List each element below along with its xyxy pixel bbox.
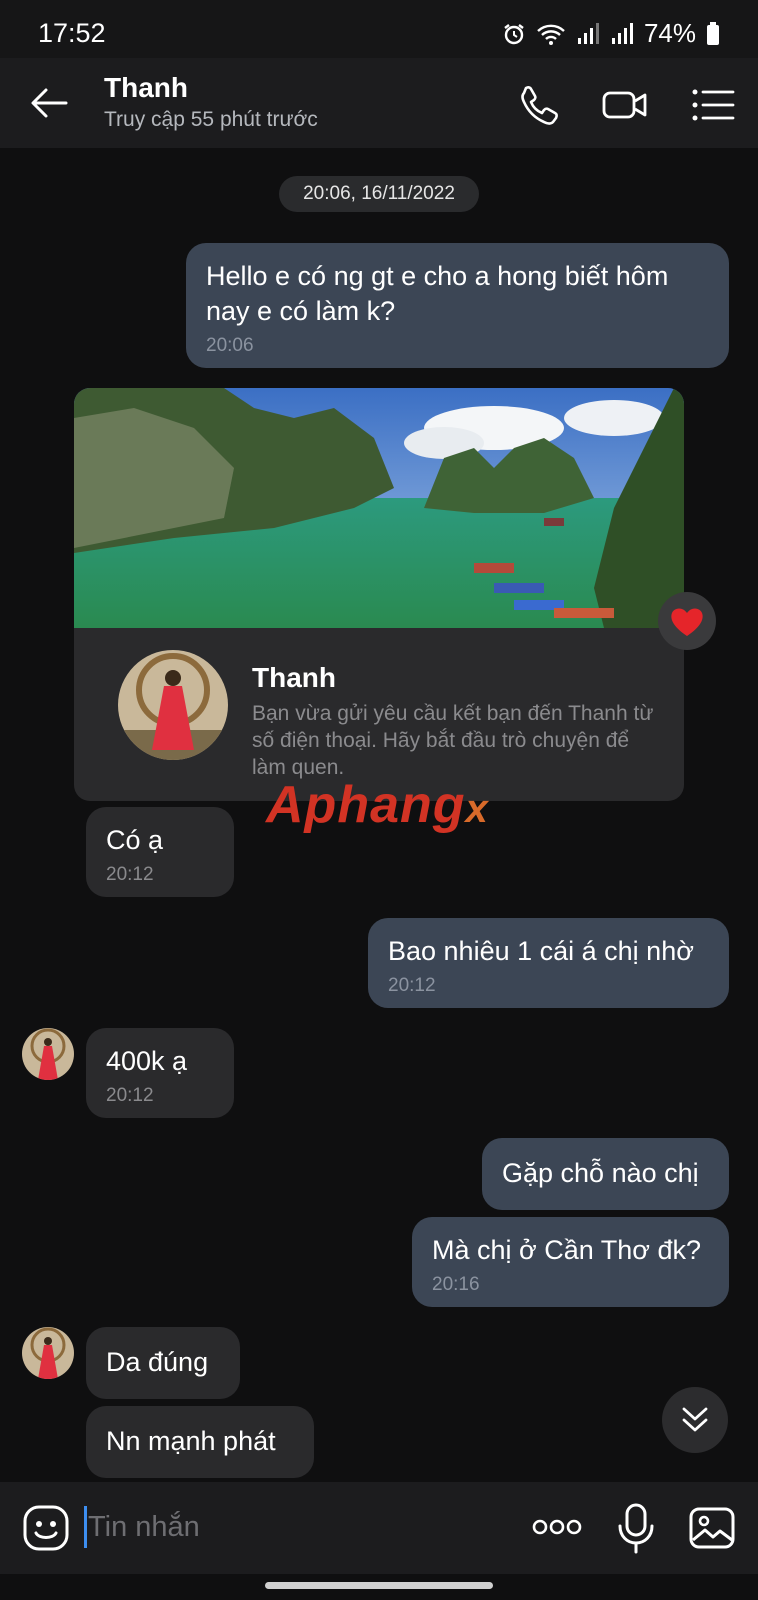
message-input[interactable] <box>88 1502 508 1552</box>
message-bubble-in[interactable]: Nn mạnh phát <box>86 1406 314 1478</box>
wifi-icon <box>537 24 565 45</box>
menu-list-icon[interactable] <box>690 82 736 128</box>
sender-avatar[interactable] <box>22 1327 74 1379</box>
message-time: 20:06 <box>206 335 254 356</box>
emoji-icon[interactable] <box>22 1504 70 1552</box>
back-arrow-icon[interactable] <box>28 82 70 124</box>
last-seen-status: Truy cập 55 phút trước <box>104 108 318 131</box>
message-text: Hello e có ng gt e cho a hong biết hôm n… <box>206 261 669 326</box>
scroll-to-bottom-button[interactable] <box>662 1387 728 1453</box>
battery-percent: 74% <box>643 18 696 48</box>
message-bubble-out[interactable]: Gặp chỗ nào chị <box>482 1138 729 1210</box>
message-time: 20:12 <box>106 864 154 885</box>
message-bubble-in[interactable]: Da đúng <box>86 1327 240 1399</box>
watermark-text: Aphang <box>266 776 466 834</box>
double-chevron-down-icon <box>682 1407 708 1432</box>
signal-icon <box>611 22 633 44</box>
status-bar: 17:52 74% <box>0 0 758 66</box>
message-bubble-out[interactable]: Mà chị ở Cần Thơ đk? 20:16 <box>412 1217 729 1307</box>
message-text: Bao nhiêu 1 cái á chị nhờ <box>388 936 694 966</box>
system-nav-bar <box>0 1574 758 1600</box>
message-text: Có ạ <box>106 825 164 855</box>
signal-icon <box>577 22 599 44</box>
card-contact-name: Thanh <box>252 662 336 693</box>
message-text: Da đúng <box>106 1347 209 1377</box>
message-input-bar <box>0 1482 758 1574</box>
date-separator: 20:06, 16/11/2022 <box>279 176 479 212</box>
message-bubble-in[interactable]: 400k ạ 20:12 <box>86 1028 234 1118</box>
message-text: Gặp chỗ nào chị <box>502 1158 699 1188</box>
message-text: Mà chị ở Cần Thơ đk? <box>432 1235 702 1265</box>
phone-icon[interactable] <box>516 82 562 128</box>
more-dots-icon[interactable] <box>532 1512 582 1542</box>
watermark-suffix: x <box>465 787 489 831</box>
home-indicator[interactable] <box>265 1582 493 1589</box>
watermark-logo: Aphangx <box>266 775 489 835</box>
sender-avatar[interactable] <box>22 1028 74 1080</box>
heart-icon <box>671 608 703 636</box>
contact-intro-card[interactable]: Thanh Bạn vừa gửi yêu cầu kết bạn đến Th… <box>74 388 684 801</box>
message-time: 20:16 <box>432 1274 480 1295</box>
message-bubble-out[interactable]: Hello e có ng gt e cho a hong biết hôm n… <box>186 243 729 368</box>
message-time: 20:12 <box>388 975 436 996</box>
status-icons: 74% <box>502 18 720 49</box>
status-time: 17:52 <box>38 18 106 48</box>
contact-avatar[interactable] <box>118 650 228 760</box>
alarm-icon <box>504 23 524 44</box>
video-call-icon[interactable] <box>602 82 648 128</box>
chat-header: Thanh Truy cập 55 phút trước <box>0 58 758 148</box>
message-text: 400k ạ <box>106 1046 188 1076</box>
reaction-button[interactable] <box>658 592 716 650</box>
microphone-icon[interactable] <box>614 1502 658 1554</box>
battery-icon <box>707 21 719 45</box>
message-bubble-in[interactable]: Có ạ 20:12 <box>86 807 234 897</box>
text-cursor <box>84 1506 87 1548</box>
gallery-icon[interactable] <box>688 1504 736 1552</box>
message-text: Nn mạnh phát <box>106 1426 276 1456</box>
card-landscape-image <box>74 388 684 628</box>
message-time: 20:12 <box>106 1085 154 1106</box>
contact-name[interactable]: Thanh <box>104 72 188 104</box>
message-bubble-out[interactable]: Bao nhiêu 1 cái á chị nhờ 20:12 <box>368 918 729 1008</box>
card-description: Bạn vừa gửi yêu cầu kết bạn đến Thanh từ… <box>252 702 654 779</box>
